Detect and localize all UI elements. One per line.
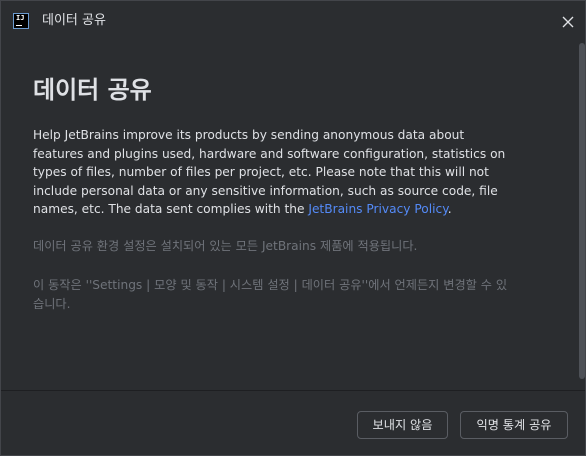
window-title: 데이터 공유 xyxy=(42,13,106,28)
page-title: 데이터 공유 xyxy=(33,76,152,104)
description-text: Help JetBrains improve its products by s… xyxy=(33,126,513,219)
decline-button[interactable]: 보내지 않음 xyxy=(357,411,448,439)
dialog-footer: 보내지 않음 익명 통계 공유 xyxy=(1,391,585,455)
intellij-logo-icon: IJ xyxy=(13,13,29,29)
close-button[interactable] xyxy=(557,11,579,33)
share-statistics-button[interactable]: 익명 통계 공유 xyxy=(460,411,568,439)
dialog-content: 데이터 공유 Help JetBrains improve its produc… xyxy=(1,41,577,390)
vertical-scrollbar[interactable] xyxy=(579,43,585,379)
close-icon xyxy=(562,16,574,28)
privacy-policy-link[interactable]: JetBrains Privacy Policy xyxy=(308,202,447,216)
data-sharing-dialog: IJ 데이터 공유 데이터 공유 Help JetBrains improve … xyxy=(0,0,586,456)
scope-note: 데이터 공유 환경 설정은 설치되어 있는 모든 JetBrains 제품에 적… xyxy=(33,239,418,253)
title-bar: IJ 데이터 공유 xyxy=(1,1,585,41)
settings-note: 이 동작은 ''Settings | 모양 및 동작 | 시스템 설정 | 데이… xyxy=(33,278,508,311)
description-end: . xyxy=(447,202,452,216)
app-icon-text: IJ xyxy=(16,14,25,22)
app-icon-underline xyxy=(16,25,22,26)
